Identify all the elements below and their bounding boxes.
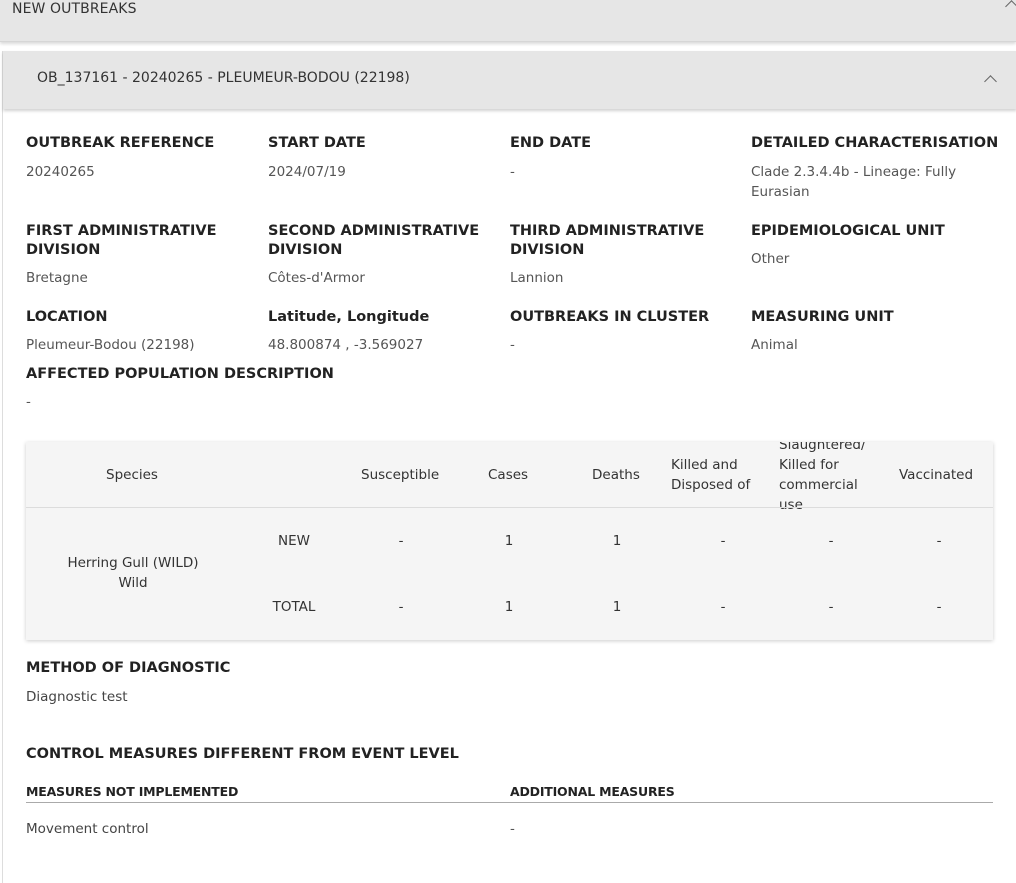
column-header-killed-line-1: Killed and xyxy=(671,457,738,473)
end-date-value: - xyxy=(510,164,515,180)
outbreaks-in-cluster-label: OUTBREAKS IN CLUSTER xyxy=(510,309,710,325)
end-date-label: END DATE xyxy=(510,135,592,151)
epidemiological-unit-label: EPIDEMIOLOGICAL UNIT xyxy=(751,223,945,239)
new-slaughtered: - xyxy=(828,533,834,549)
additional-measures-header: ADDITIONAL MEASURES xyxy=(510,784,675,799)
control-measures-title: CONTROL MEASURES DIFFERENT FROM EVENT LE… xyxy=(26,746,459,762)
new-outbreaks-title: NEW OUTBREAKS xyxy=(12,1,137,17)
location-value: Pleumeur-Bodou (22198) xyxy=(26,337,195,353)
first-admin-division-value: Bretagne xyxy=(26,270,88,286)
detailed-characterisation-value-line-1: Clade 2.3.4.4b - Lineage: Fully xyxy=(751,164,957,180)
species-name: Herring Gull (WILD) xyxy=(67,555,199,571)
second-admin-division-label-line-2: DIVISION xyxy=(268,242,343,258)
total-slaughtered: - xyxy=(828,599,834,615)
outbreak-card-title: OB_137161 - 20240265 - PLEUMEUR-BODOU (2… xyxy=(37,70,410,86)
outbreak-card-header[interactable]: OB_137161 - 20240265 - PLEUMEUR-BODOU (2… xyxy=(3,51,1016,109)
start-date-label: START DATE xyxy=(268,135,366,151)
second-admin-division-label-line-1: SECOND ADMINISTRATIVE xyxy=(268,223,480,239)
method-of-diagnostic-value: Diagnostic test xyxy=(26,689,128,705)
total-vaccinated: - xyxy=(936,599,942,615)
measuring-unit-value: Animal xyxy=(751,337,798,353)
total-deaths: 1 xyxy=(612,599,622,615)
lat-lon-value: 48.800874 , -3.569027 xyxy=(268,337,424,353)
outbreaks-in-cluster-value: - xyxy=(510,337,515,353)
measures-not-implemented-value: Movement control xyxy=(26,821,149,837)
chevron-up-icon[interactable] xyxy=(1005,0,1016,13)
new-outbreaks-panel-header[interactable]: NEW OUTBREAKS xyxy=(0,0,1016,42)
new-killed: - xyxy=(720,533,726,549)
chevron-up-icon[interactable] xyxy=(984,75,997,88)
column-header-slaughtered-line-2: Killed for xyxy=(779,457,839,473)
table-header-divider xyxy=(26,507,993,508)
affected-population-value: - xyxy=(26,394,31,410)
location-label: LOCATION xyxy=(26,309,108,325)
row-label-total: TOTAL xyxy=(272,599,316,615)
total-cases: 1 xyxy=(504,599,514,615)
column-header-slaughtered-line-1: Slaughtered/ xyxy=(779,442,866,453)
total-susceptible: - xyxy=(398,599,404,615)
column-header-species: Species xyxy=(106,467,158,483)
third-admin-division-label-line-2: DIVISION xyxy=(510,242,585,258)
additional-measures-value: - xyxy=(510,821,515,837)
third-admin-division-value: Lannion xyxy=(510,270,564,286)
outbreak-reference-label: OUTBREAK REFERENCE xyxy=(26,135,215,151)
detailed-characterisation-label: DETAILED CHARACTERISATION xyxy=(751,135,999,151)
total-killed: - xyxy=(720,599,726,615)
column-header-vaccinated: Vaccinated xyxy=(899,467,974,483)
measuring-unit-label: MEASURING UNIT xyxy=(751,309,894,325)
epidemiological-unit-value: Other xyxy=(751,251,790,267)
column-header-susceptible: Susceptible xyxy=(361,467,440,483)
column-header-cases: Cases xyxy=(488,467,529,483)
new-deaths: 1 xyxy=(612,533,622,549)
new-cases: 1 xyxy=(504,533,514,549)
start-date-value: 2024/07/19 xyxy=(268,164,346,180)
second-admin-division-value: Côtes-d'Armor xyxy=(268,270,365,286)
control-measures-divider xyxy=(26,802,993,803)
third-admin-division-label-line-1: THIRD ADMINISTRATIVE xyxy=(510,223,705,239)
affected-population-label: AFFECTED POPULATION DESCRIPTION xyxy=(26,366,334,382)
new-susceptible: - xyxy=(398,533,404,549)
row-label-new: NEW xyxy=(278,533,310,549)
outbreak-reference-value: 20240265 xyxy=(26,164,95,180)
species-table: Species Susceptible Cases Deaths Killed … xyxy=(26,442,993,640)
first-admin-division-label-line-2: DIVISION xyxy=(26,242,101,258)
first-admin-division-label-line-1: FIRST ADMINISTRATIVE xyxy=(26,223,217,239)
column-header-deaths: Deaths xyxy=(592,467,640,483)
column-header-slaughtered-line-4: use xyxy=(779,497,803,513)
column-header-slaughtered-line-3: commercial xyxy=(779,477,858,493)
lat-lon-label: Latitude, Longitude xyxy=(268,309,430,325)
new-vaccinated: - xyxy=(936,533,942,549)
column-header-killed-line-2: Disposed of xyxy=(671,477,751,493)
method-of-diagnostic-label: METHOD OF DIAGNOSTIC xyxy=(26,660,231,676)
detailed-characterisation-value-line-2: Eurasian xyxy=(751,184,810,200)
measures-not-implemented-header: MEASURES NOT IMPLEMENTED xyxy=(26,784,239,799)
species-type: Wild xyxy=(118,575,148,591)
